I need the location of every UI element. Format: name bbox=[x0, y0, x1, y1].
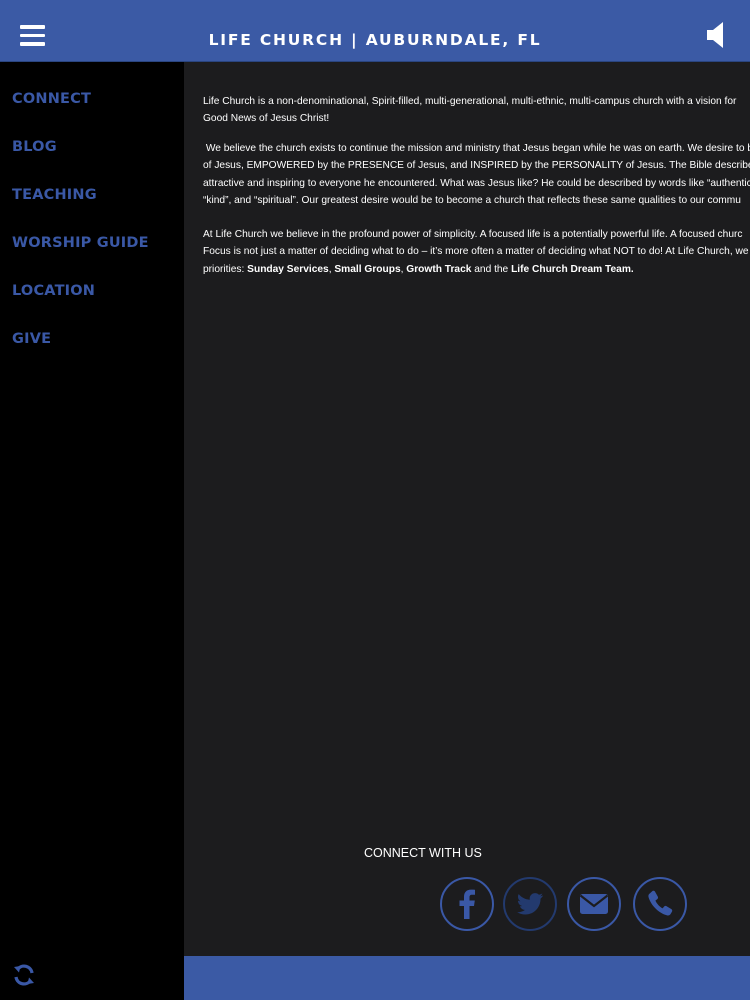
priorities-prefix: priorities: bbox=[203, 263, 248, 275]
mission-paragraph: We believe the church exists to continue… bbox=[203, 140, 750, 210]
page-title: LIFE CHURCH | AUBURNDALE, FL bbox=[208, 31, 542, 49]
intro-paragraph: Life Church is a non-denominational, Spi… bbox=[203, 93, 750, 128]
sidebar-item-connect[interactable]: CONNECT bbox=[12, 91, 91, 107]
paragraph-line: attractive and inspiring to everyone he … bbox=[203, 177, 750, 189]
phone-icon[interactable] bbox=[633, 877, 687, 931]
priorities-line: priorities: Sunday Services, Small Group… bbox=[203, 261, 750, 278]
facebook-icon[interactable] bbox=[440, 877, 494, 931]
main-content: Life Church is a non-denominational, Spi… bbox=[184, 62, 750, 956]
sidebar-item-worship-guide[interactable]: WORSHIP GUIDE bbox=[12, 235, 149, 251]
paragraph-line: Focus is not just a matter of deciding w… bbox=[203, 246, 749, 258]
paragraph-line: Good News of Jesus Christ! bbox=[203, 113, 330, 125]
simplicity-paragraph: At Life Church we believe in the profoun… bbox=[203, 226, 750, 278]
priority-dream-team: Life Church Dream Team. bbox=[511, 263, 634, 275]
priority-sunday-services: Sunday Services bbox=[247, 263, 329, 275]
sidebar: CONNECT BLOG TEACHING WORSHIP GUIDE LOCA… bbox=[0, 62, 184, 1000]
paragraph-line: We believe the church exists to continue… bbox=[203, 143, 750, 154]
priority-growth-track: Growth Track bbox=[406, 263, 472, 275]
speaker-icon[interactable] bbox=[706, 20, 728, 50]
sidebar-item-blog[interactable]: BLOG bbox=[12, 139, 57, 155]
separator: and the bbox=[471, 263, 512, 275]
refresh-icon[interactable] bbox=[12, 963, 36, 987]
bottom-bar bbox=[184, 956, 750, 1000]
top-bar: LIFE CHURCH | AUBURNDALE, FL bbox=[0, 0, 750, 62]
connect-with-us-label: CONNECT WITH US bbox=[364, 846, 482, 860]
paragraph-line: “kind”, and “spiritual”. Our greatest de… bbox=[203, 195, 741, 207]
sidebar-item-teaching[interactable]: TEACHING bbox=[12, 187, 97, 203]
email-icon[interactable] bbox=[567, 877, 621, 931]
twitter-icon[interactable] bbox=[503, 877, 557, 931]
paragraph-line: At Life Church we believe in the profoun… bbox=[203, 229, 743, 240]
sidebar-item-give[interactable]: GIVE bbox=[12, 331, 51, 347]
paragraph-line: of Jesus, EMPOWERED by the PRESENCE of J… bbox=[203, 160, 750, 172]
priority-small-groups: Small Groups bbox=[334, 263, 401, 275]
paragraph-line: Life Church is a non-denominational, Spi… bbox=[203, 96, 737, 107]
sidebar-item-location[interactable]: LOCATION bbox=[12, 283, 95, 299]
